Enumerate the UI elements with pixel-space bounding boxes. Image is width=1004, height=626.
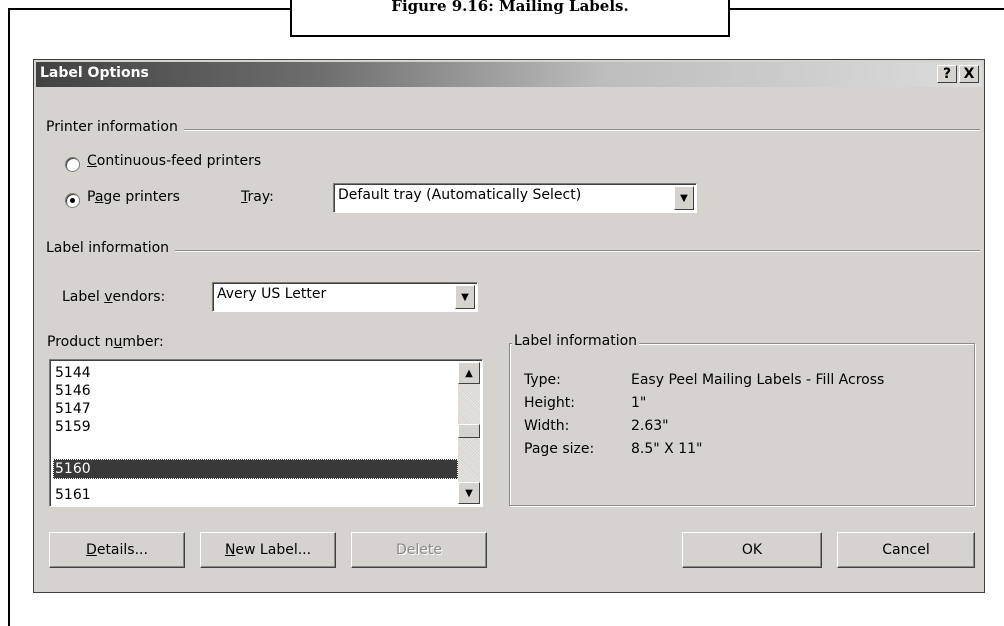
continuous-feed-radio[interactable]	[65, 157, 80, 172]
detail-type-value: Easy Peel Mailing Labels - Fill Across	[631, 372, 885, 388]
figure-caption: Figure 9.16: Mailing Labels.	[391, 0, 629, 15]
label-options-dialog: Label Options ? X Printer information Co…	[33, 59, 985, 593]
detail-type-key: Type:	[524, 372, 561, 388]
frame-top-left	[8, 8, 292, 10]
label-vendors-value: Avery US Letter	[217, 286, 327, 302]
label-details-heading: Label information	[512, 333, 640, 349]
help-button[interactable]: ?	[937, 65, 957, 83]
list-item[interactable]: 5144	[53, 363, 458, 383]
page-printers-radio[interactable]	[65, 193, 80, 208]
detail-height-value: 1"	[631, 395, 647, 411]
list-scrollbar[interactable]: ▲ ▼	[458, 362, 480, 504]
list-item[interactable]: 5161	[53, 485, 458, 505]
list-item[interactable]: 5146	[53, 381, 458, 401]
label-details-panel	[509, 343, 975, 506]
product-number-label: Product number:	[47, 334, 164, 350]
detail-width-key: Width:	[524, 418, 570, 434]
ok-button[interactable]: OK	[682, 532, 822, 568]
tray-label: Tray:	[241, 189, 274, 205]
detail-height-key: Height:	[524, 395, 575, 411]
dialog-title: Label Options	[40, 65, 149, 81]
frame-top-right	[730, 8, 1004, 10]
close-button[interactable]: X	[959, 65, 979, 83]
label-vendors-label: Label vendors:	[62, 289, 166, 305]
new-label-button[interactable]: New Label...	[200, 532, 336, 568]
list-item[interactable]: 5147	[53, 399, 458, 419]
scroll-down-icon[interactable]: ▼	[458, 482, 480, 504]
page-printers-label[interactable]: Page printers	[87, 189, 180, 205]
tray-value: Default tray (Automatically Select)	[338, 187, 582, 203]
cancel-button[interactable]: Cancel	[837, 532, 975, 568]
details-button[interactable]: Details...	[49, 532, 185, 568]
detail-pagesize-value: 8.5" X 11"	[631, 441, 703, 457]
detail-width-value: 2.63"	[631, 418, 669, 434]
chevron-down-icon[interactable]: ▼	[455, 285, 475, 309]
tray-select[interactable]: Default tray (Automatically Select) ▼	[333, 183, 697, 213]
label-info-heading: Label information	[46, 240, 176, 256]
title-bar: Label Options ? X	[36, 62, 982, 87]
continuous-feed-label[interactable]: Continuous-feed printers	[87, 153, 261, 169]
delete-button[interactable]: Delete	[351, 532, 487, 568]
chevron-down-icon[interactable]: ▼	[674, 186, 694, 210]
scroll-thumb[interactable]	[458, 424, 480, 438]
figure-caption-box: Figure 9.16: Mailing Labels.	[290, 0, 730, 37]
printer-info-divider	[46, 129, 980, 131]
detail-pagesize-key: Page size:	[524, 441, 595, 457]
label-info-divider	[46, 250, 980, 252]
frame-left	[8, 8, 10, 626]
product-number-list[interactable]: 5144 5146 5147 5159 5160 5161 ▲ ▼	[49, 359, 483, 507]
scroll-up-icon[interactable]: ▲	[458, 362, 480, 384]
list-item[interactable]: 5159	[53, 417, 458, 437]
label-vendors-select[interactable]: Avery US Letter ▼	[212, 282, 478, 312]
list-item-selected[interactable]: 5160	[53, 459, 458, 479]
printer-info-heading: Printer information	[46, 119, 184, 135]
